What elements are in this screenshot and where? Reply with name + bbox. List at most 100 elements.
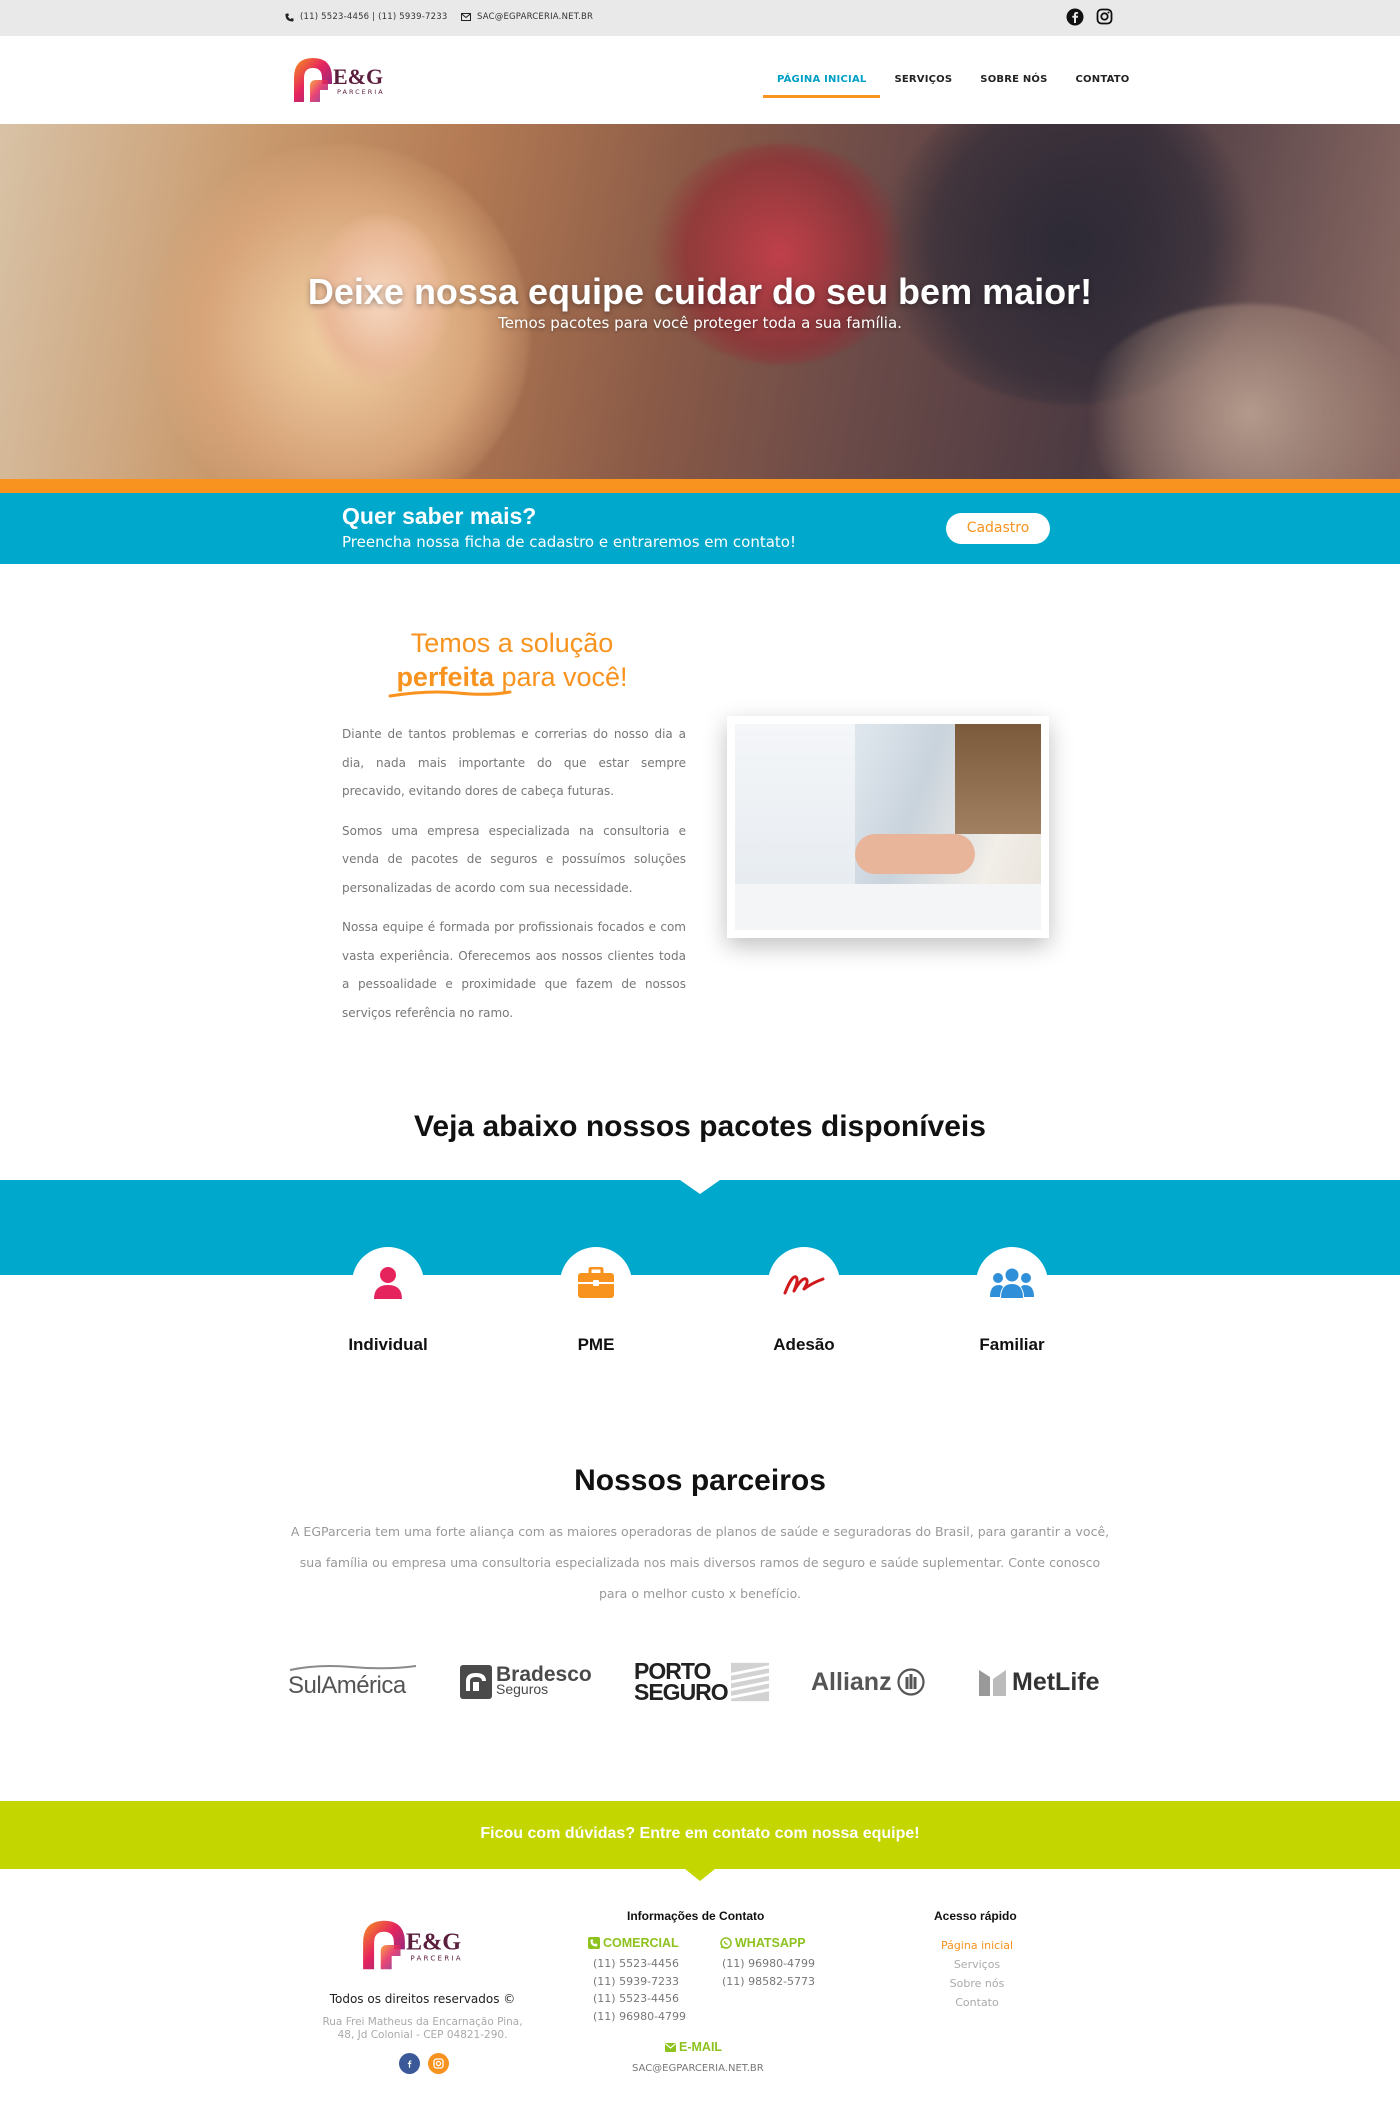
footer-link-home[interactable]: Página inicial xyxy=(912,1936,1042,1955)
footer-whatsapp-label: WHATSAPP xyxy=(735,1936,806,1950)
nav-services[interactable]: SERVIÇOS xyxy=(880,74,966,98)
allianz-eagle-icon xyxy=(896,1668,925,1696)
footer-cta: Ficou com dúvidas? Entre em contato com … xyxy=(0,1801,1400,1869)
footer-quick-links: Página inicial Serviços Sobre nós Contat… xyxy=(912,1936,1042,2012)
footer-phone[interactable]: (11) 5939-7233 xyxy=(593,1973,686,1991)
partner-seguro-text: SEGURO xyxy=(634,1679,729,1705)
footer-link-contact[interactable]: Contato xyxy=(912,1993,1042,2012)
top-phone[interactable]: (11) 5523-4456 | (11) 5939-7233 xyxy=(285,12,447,22)
hero-banner: Deixe nossa equipe cuidar do seu bem mai… xyxy=(0,124,1400,479)
instagram-icon[interactable] xyxy=(428,2053,449,2074)
package-adesao[interactable]: Adesão xyxy=(744,1247,864,1355)
site-header: E&G PARCERIA PÁGINA INICIAL SERVIÇOS SOB… xyxy=(0,36,1400,124)
facebook-icon[interactable] xyxy=(1066,8,1084,26)
photo-handshake xyxy=(855,834,975,874)
cta-band: Quer saber mais? Preencha nossa ficha de… xyxy=(0,493,1400,564)
top-social xyxy=(1066,8,1113,26)
package-label: PME xyxy=(577,1335,615,1354)
partner-sulamerica-text: SulAmérica xyxy=(288,1672,406,1699)
footer-social xyxy=(399,2053,449,2074)
user-icon xyxy=(374,1267,402,1299)
footer-phone[interactable]: (11) 5523-4456 xyxy=(593,1990,686,2008)
about-paragraph: Diante de tantos problemas e correrias d… xyxy=(342,727,686,798)
partner-porto-seguro[interactable]: PORTO SEGURO xyxy=(634,1658,769,1706)
top-phone-text: (11) 5523-4456 | (11) 5939-7233 xyxy=(300,12,448,22)
footer-address-line1: Rua Frei Matheus da Encarnação Pina, xyxy=(322,2016,523,2028)
about-paragraph: Nossa equipe é formada por profissionais… xyxy=(342,920,686,1020)
hero-title: Deixe nossa equipe cuidar do seu bem mai… xyxy=(307,271,1093,312)
footer-link-about[interactable]: Sobre nós xyxy=(912,1974,1042,1993)
svg-text:PARCERIA: PARCERIA xyxy=(337,88,385,96)
instagram-icon[interactable] xyxy=(1096,8,1113,26)
package-label: Familiar xyxy=(979,1335,1045,1354)
about-title-rest: para você! xyxy=(493,662,628,692)
footer-links-title: Acesso rápido xyxy=(934,1909,1017,1923)
package-label: Individual xyxy=(348,1335,428,1354)
photo-window xyxy=(955,724,1041,834)
footer-address: Rua Frei Matheus da Encarnação Pina, 48,… xyxy=(300,2016,545,2042)
footer-comercial-label: COMERCIAL xyxy=(603,1936,679,1950)
top-bar: (11) 5523-4456 | (11) 5939-7233 SAC@EGPA… xyxy=(0,0,1400,36)
porto-seguro-stripes-icon xyxy=(730,1662,769,1702)
about-photo xyxy=(727,716,1049,938)
photo-desk xyxy=(735,884,1041,930)
footer-whatsapp-number[interactable]: (11) 96980-4799 xyxy=(722,1955,815,1973)
hero-subtitle: Temos pacotes para você proteger toda a … xyxy=(498,314,902,332)
package-label: Adesão xyxy=(773,1335,835,1354)
site-logo[interactable]: E&G PARCERIA xyxy=(288,50,408,110)
package-familiar[interactable]: Familiar xyxy=(952,1247,1072,1355)
footer-cta-notch xyxy=(685,1869,715,1881)
main-nav: PÁGINA INICIAL SERVIÇOS SOBRE NÓS CONTAT… xyxy=(763,74,1143,98)
partner-bradesco[interactable]: Bradesco Seguros xyxy=(460,1658,600,1706)
package-circle xyxy=(768,1247,840,1319)
partners-logos: SulAmérica Bradesco Seguros PORTO SEGURO… xyxy=(288,1658,1112,1706)
footer-link-services[interactable]: Serviços xyxy=(912,1955,1042,1974)
about-title: Temos a solução perfeita para você! xyxy=(372,626,652,698)
footer-logo[interactable]: E&G PARCERIA xyxy=(355,1912,490,1978)
hero-stripe xyxy=(0,479,1400,493)
nav-home[interactable]: PÁGINA INICIAL xyxy=(763,74,881,98)
partner-metlife[interactable]: MetLife xyxy=(978,1658,1112,1706)
partners-title: Nossos parceiros xyxy=(574,1464,826,1497)
footer-email-title: E-MAIL xyxy=(665,2040,722,2054)
packages-band xyxy=(0,1180,1400,1275)
package-individual[interactable]: Individual xyxy=(328,1247,448,1355)
footer-whatsapp-title: WHATSAPP xyxy=(720,1936,806,1950)
nav-about[interactable]: SOBRE NÓS xyxy=(966,74,1061,98)
footer-whatsapp-list: (11) 96980-4799 (11) 98582-5773 xyxy=(722,1955,815,1990)
underline-brush-icon xyxy=(388,690,512,698)
package-pme[interactable]: PME xyxy=(536,1247,656,1355)
nav-contact[interactable]: CONTATO xyxy=(1062,74,1144,98)
about-text: Diante de tantos problemas e correrias d… xyxy=(342,720,686,1038)
partners-text: A EGParceria tem uma forte aliança com a… xyxy=(290,1524,1110,1601)
footer-phone[interactable]: (11) 5523-4456 xyxy=(593,1955,686,1973)
package-circle xyxy=(976,1247,1048,1319)
about-title-line2: perfeita para você! xyxy=(372,660,652,698)
footer-phone[interactable]: (11) 96980-4799 xyxy=(593,2008,686,2026)
briefcase-icon xyxy=(578,1267,614,1298)
partner-sulamerica[interactable]: SulAmérica xyxy=(288,1658,423,1706)
footer-email[interactable]: SAC@EGPARCERIA.NET.BR xyxy=(632,2060,764,2078)
envelope-icon xyxy=(665,2042,676,2052)
partner-allianz[interactable]: Allianz xyxy=(811,1658,941,1706)
facebook-icon[interactable] xyxy=(399,2053,420,2074)
footer-rights: Todos os direitos reservados © xyxy=(329,1992,516,2006)
whatsapp-icon xyxy=(720,1937,732,1949)
envelope-icon xyxy=(461,13,471,21)
svg-text:E&G: E&G xyxy=(333,64,383,89)
footer-contact-title: Informações de Contato xyxy=(627,1909,765,1923)
svg-text:PARCERIA: PARCERIA xyxy=(410,1953,462,1962)
metlife-icon xyxy=(979,1670,1006,1696)
sulamerica-wave-icon xyxy=(289,1665,417,1671)
top-email-text: SAC@EGPARCERIA.NET.BR xyxy=(477,12,594,22)
partner-allianz-text: Allianz xyxy=(811,1667,892,1696)
cadastro-button[interactable]: Cadastro xyxy=(946,513,1050,544)
package-circle xyxy=(352,1247,424,1319)
footer-comercial-title: COMERCIAL xyxy=(588,1936,679,1950)
footer-comercial-list: (11) 5523-4456 (11) 5939-7233 (11) 5523-… xyxy=(593,1955,686,2025)
top-email[interactable]: SAC@EGPARCERIA.NET.BR xyxy=(461,12,593,22)
footer-whatsapp-number[interactable]: (11) 98582-5773 xyxy=(722,1973,815,1991)
footer-cta-text: Ficou com dúvidas? Entre em contato com … xyxy=(480,1825,920,1842)
phone-icon xyxy=(285,12,294,22)
footer-email-label: E-MAIL xyxy=(679,2040,723,2054)
